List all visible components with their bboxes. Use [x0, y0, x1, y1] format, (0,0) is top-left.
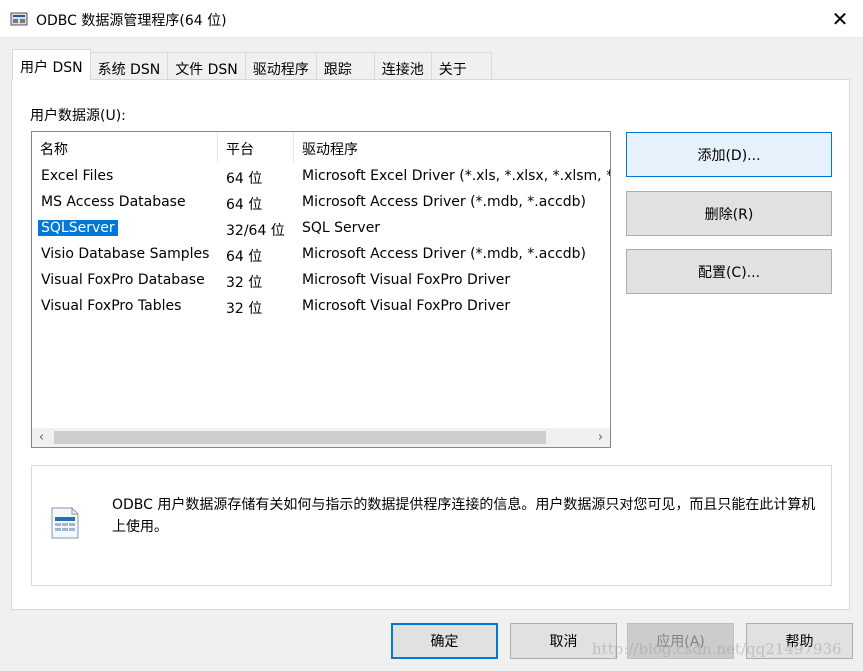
row-driver: SQL Server [302, 220, 380, 236]
list-row[interactable]: Excel Files 64 位 Microsoft Excel Driver … [32, 164, 610, 190]
tab-panel: 用户数据源(U): 名称 平台 驱动程序 Excel Files 64 位 Mi… [11, 79, 850, 610]
database-info-icon [46, 502, 86, 542]
scroll-left-icon[interactable]: ‹ [32, 428, 51, 447]
row-driver: Microsoft Access Driver (*.mdb, *.accdb) [302, 194, 586, 210]
info-box: ODBC 用户数据源存储有关如何与指示的数据提供程序连接的信息。用户数据源只对您… [31, 465, 832, 586]
column-header-name[interactable]: 名称 [32, 132, 218, 162]
list-row[interactable]: Visio Database Samples 64 位 Microsoft Ac… [32, 242, 610, 268]
tab-drivers[interactable]: 驱动程序 [245, 52, 317, 80]
data-source-list[interactable]: 名称 平台 驱动程序 Excel Files 64 位 Microsoft Ex… [31, 131, 611, 448]
configure-button[interactable]: 配置(C)... [626, 249, 832, 294]
row-driver: Microsoft Excel Driver (*.xls, *.xlsx, *… [302, 168, 611, 184]
list-row[interactable]: MS Access Database 64 位 Microsoft Access… [32, 190, 610, 216]
scroll-right-icon[interactable]: › [591, 428, 610, 447]
list-header: 名称 平台 驱动程序 [32, 132, 610, 162]
user-data-sources-label: 用户数据源(U): [30, 105, 126, 125]
row-driver: Microsoft Visual FoxPro Driver [302, 272, 510, 288]
row-platform: 32/64 位 [226, 220, 285, 240]
tab-connection-pooling[interactable]: 连接池 [374, 52, 432, 80]
row-driver: Microsoft Visual FoxPro Driver [302, 298, 510, 314]
tab-system-dsn[interactable]: 系统 DSN [90, 52, 169, 80]
remove-button[interactable]: 删除(R) [626, 191, 832, 236]
row-name: Visual FoxPro Database [41, 272, 205, 288]
row-driver: Microsoft Access Driver (*.mdb, *.accdb) [302, 246, 586, 262]
list-row-selected[interactable]: SQLServer 32/64 位 SQL Server [32, 216, 610, 242]
watermark-text: http://blog.csdn.net/qq21497936 [592, 640, 842, 658]
row-name: Excel Files [41, 168, 113, 184]
row-platform: 64 位 [226, 246, 262, 266]
list-row[interactable]: Visual FoxPro Tables 32 位 Microsoft Visu… [32, 294, 610, 320]
column-header-platform[interactable]: 平台 [218, 132, 294, 162]
row-name: Visual FoxPro Tables [41, 298, 181, 314]
row-platform: 32 位 [226, 272, 262, 292]
row-platform: 32 位 [226, 298, 262, 318]
row-platform: 64 位 [226, 194, 262, 214]
tab-user-dsn[interactable]: 用户 DSN [12, 49, 91, 80]
row-name: MS Access Database [41, 194, 186, 210]
ok-button[interactable]: 确定 [391, 623, 498, 659]
row-name: Visio Database Samples [41, 246, 209, 262]
title-bar: ODBC 数据源管理程序(64 位) ✕ [0, 0, 863, 38]
list-row[interactable]: Visual FoxPro Database 32 位 Microsoft Vi… [32, 268, 610, 294]
tab-about[interactable]: 关于 [431, 52, 492, 80]
scrollbar-thumb[interactable] [54, 431, 546, 444]
column-header-driver[interactable]: 驱动程序 [294, 132, 611, 162]
close-icon[interactable]: ✕ [817, 0, 863, 38]
tab-strip: 用户 DSN 系统 DSN 文件 DSN 驱动程序 跟踪 连接池 关于 [12, 52, 491, 80]
add-button[interactable]: 添加(D)... [626, 132, 832, 177]
tab-tracing[interactable]: 跟踪 [316, 52, 375, 80]
info-description: ODBC 用户数据源存储有关如何与指示的数据提供程序连接的信息。用户数据源只对您… [112, 494, 817, 538]
tab-file-dsn[interactable]: 文件 DSN [167, 52, 246, 80]
row-platform: 64 位 [226, 168, 262, 188]
odbc-app-icon [10, 11, 28, 27]
window-title: ODBC 数据源管理程序(64 位) [36, 10, 227, 30]
row-name: SQLServer [38, 220, 118, 236]
horizontal-scrollbar[interactable]: ‹ › [32, 428, 610, 447]
